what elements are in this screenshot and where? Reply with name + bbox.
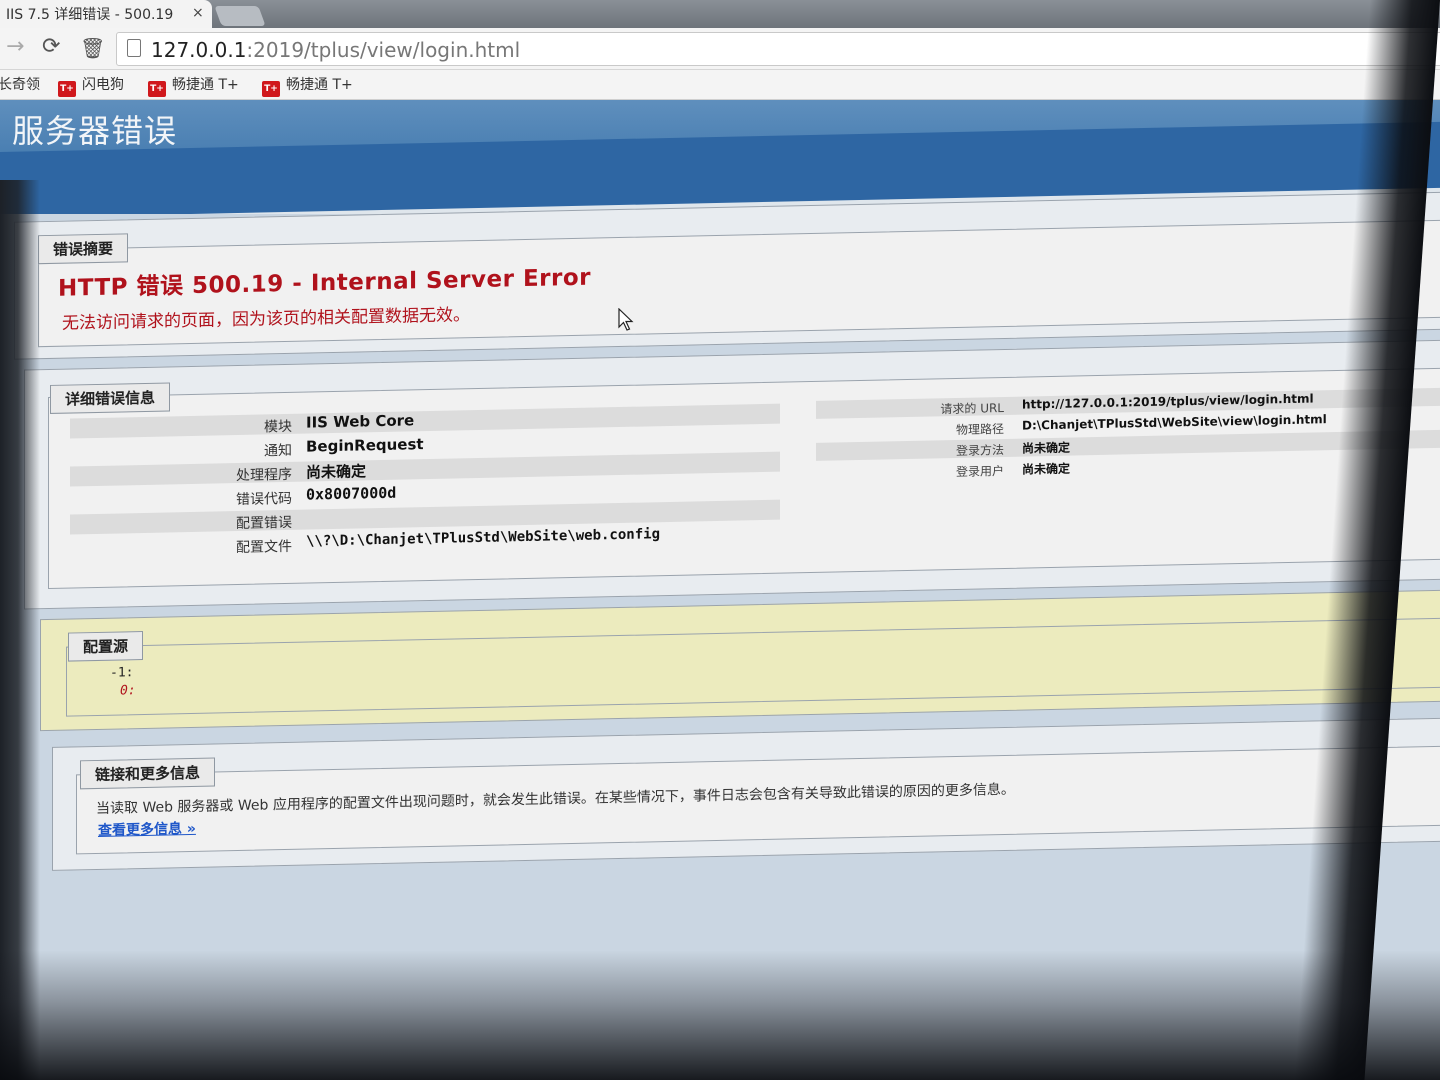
mouse-cursor-icon (618, 308, 634, 331)
detail-value: 尚未确定 (1022, 461, 1071, 477)
config-line-number: 0: (120, 683, 136, 699)
detail-value: 尚未确定 (1022, 440, 1071, 456)
detail-label: 处理程序 (236, 466, 292, 485)
detail-label: 模块 (264, 418, 292, 436)
detail-label: 物理路径 (955, 421, 1004, 437)
detail-value: IIS Web Core (306, 411, 415, 432)
monitor-screen: IIS 7.5 详细错误 - 500.19 × → ⟳ 🗑 127.0.0.1:… (0, 0, 1440, 1080)
detail-value: BeginRequest (306, 435, 424, 456)
detail-label: 登录用户 (955, 463, 1004, 479)
config-source-legend: 配置源 (68, 631, 144, 662)
details-legend: 详细错误信息 (50, 382, 171, 414)
detail-label: 配置错误 (236, 514, 292, 533)
more-info-link[interactable]: 查看更多信息 » (98, 818, 196, 840)
detail-label: 配置文件 (236, 538, 292, 557)
links-legend: 链接和更多信息 (80, 757, 216, 790)
detail-label: 请求的 URL (940, 400, 1004, 417)
detail-value: 尚未确定 (306, 462, 367, 482)
detail-label: 错误代码 (236, 490, 292, 509)
config-line-number: -1: (110, 665, 134, 681)
detail-value: 0x8007000d (306, 483, 397, 504)
detail-label: 通知 (264, 442, 292, 460)
summary-legend: 错误摘要 (38, 233, 129, 265)
detail-label: 登录方法 (955, 442, 1004, 458)
error-content: 错误摘要 HTTP 错误 500.19 - Internal Server Er… (0, 0, 1440, 1080)
